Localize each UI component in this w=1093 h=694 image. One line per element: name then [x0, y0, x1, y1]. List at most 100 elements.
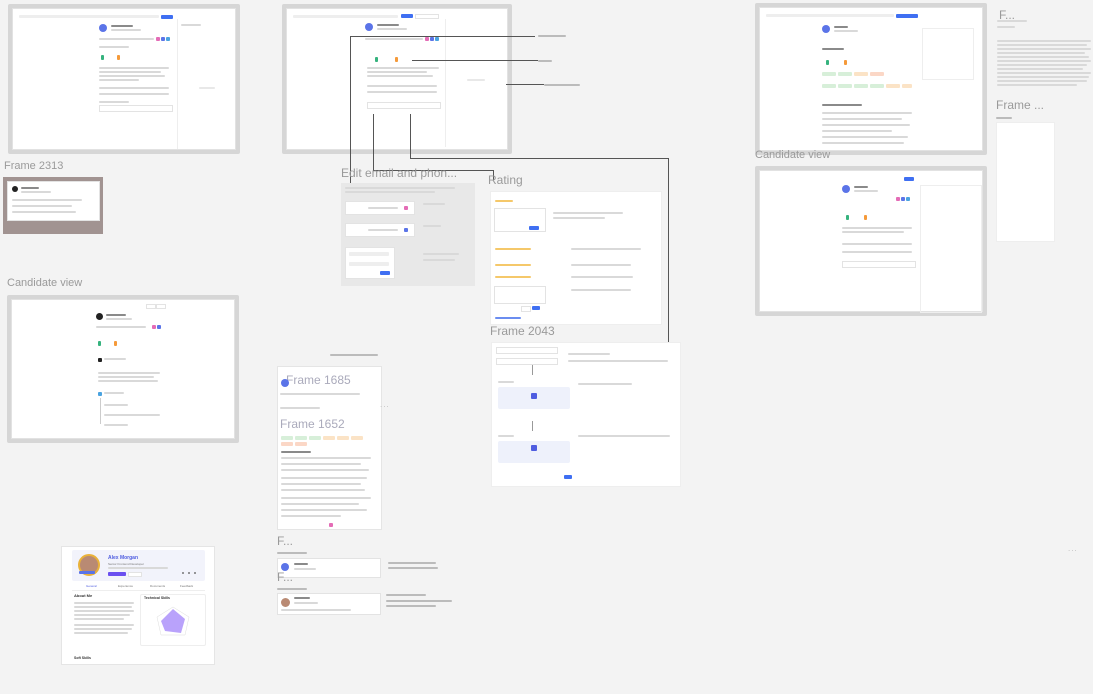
- top-action-button[interactable]: [904, 177, 914, 181]
- header-button[interactable]: [156, 304, 166, 309]
- annotation-note: [538, 35, 566, 37]
- social-icon[interactable]: [194, 572, 196, 574]
- upload-title: [498, 381, 514, 383]
- profile-action-button[interactable]: [108, 572, 126, 576]
- skill-tag: [351, 436, 363, 440]
- step-desc: [568, 360, 668, 362]
- rating-green: [375, 57, 378, 62]
- annotation-note: [388, 562, 436, 564]
- secondary-button[interactable]: [415, 14, 439, 19]
- link-icon[interactable]: [906, 197, 910, 201]
- tab-documents[interactable]: Documents: [150, 584, 165, 588]
- edit-form[interactable]: [345, 247, 395, 279]
- show-more-button[interactable]: [842, 261, 916, 268]
- email-icon[interactable]: [425, 37, 429, 41]
- edit-icon[interactable]: [404, 228, 408, 232]
- upload-dropzone[interactable]: [498, 387, 570, 409]
- candidate-view-left-label: Candidate view: [7, 277, 83, 289]
- selection-handle[interactable]: [329, 523, 333, 527]
- timeline-text: [98, 376, 154, 378]
- show-more-button[interactable]: [99, 105, 173, 112]
- phone-input[interactable]: [349, 262, 389, 266]
- name-line: [21, 187, 39, 189]
- skill-tag: [822, 84, 836, 88]
- frame-2043[interactable]: [491, 342, 681, 487]
- email-phone-row[interactable]: [345, 201, 415, 215]
- cancel-button[interactable]: [521, 306, 531, 312]
- figma-canvas[interactable]: { "canvas": { "background": "#f3f3f3", "…: [0, 0, 1093, 694]
- tab-feedback[interactable]: Feedback: [180, 584, 193, 588]
- tab-general[interactable]: General: [86, 584, 97, 588]
- linkedin-icon[interactable]: [161, 37, 165, 41]
- rating-apply-button[interactable]: [529, 226, 539, 230]
- top-action-button[interactable]: [896, 14, 918, 18]
- candidate-name: [106, 314, 126, 316]
- step-button[interactable]: [496, 358, 558, 365]
- show-more-button[interactable]: [367, 102, 441, 109]
- upload-title: [498, 435, 514, 437]
- frame-document-text[interactable]: [997, 20, 1091, 92]
- doc-line: [997, 68, 1083, 70]
- note-text-2: [367, 71, 427, 73]
- link-icon[interactable]: [435, 37, 439, 41]
- overflow-menu[interactable]: ...: [380, 400, 390, 409]
- linkedin-icon[interactable]: [157, 325, 161, 329]
- linkedin-icon[interactable]: [901, 197, 905, 201]
- candidate-avatar: [822, 25, 830, 33]
- email-phone-row-edit[interactable]: [345, 223, 415, 237]
- email-input[interactable]: [349, 252, 389, 256]
- timeline-text: [104, 358, 126, 360]
- candidate-profile-card[interactable]: Alex Morgan Senior Frontend Developer Ge…: [61, 546, 215, 665]
- frame-2313-label: Frame 2313: [4, 160, 64, 172]
- social-icon[interactable]: [182, 572, 184, 574]
- candidate-row-card[interactable]: [277, 593, 381, 615]
- tab-experience[interactable]: Experience: [118, 584, 133, 588]
- frame-rating[interactable]: [490, 191, 662, 325]
- edit-icon[interactable]: [404, 206, 408, 210]
- email-icon[interactable]: [152, 325, 156, 329]
- social-icon[interactable]: [188, 572, 190, 574]
- frame-candidate-summary[interactable]: Frame 1685 Frame 1652: [277, 366, 382, 530]
- frame-edit-email[interactable]: [341, 183, 475, 286]
- header-button[interactable]: [146, 304, 156, 309]
- frame-candidate-detail-1[interactable]: [8, 4, 240, 154]
- about-text: [74, 628, 132, 630]
- frame-candidate-detail-3[interactable]: [755, 3, 987, 155]
- profile-secondary-button[interactable]: [128, 572, 142, 577]
- step-button[interactable]: [496, 347, 558, 354]
- skill-tag: [902, 84, 912, 88]
- right-panel: [445, 19, 506, 147]
- candidate-name: [294, 563, 308, 565]
- overflow-menu[interactable]: ...: [1068, 544, 1078, 553]
- frame-candidate-view-left[interactable]: [7, 295, 239, 443]
- rating-select[interactable]: [494, 286, 546, 304]
- email-icon[interactable]: [896, 197, 900, 201]
- top-action-button[interactable]: [401, 14, 413, 18]
- frame-candidate-detail-2[interactable]: [282, 4, 512, 154]
- upload-dropzone[interactable]: [498, 441, 570, 463]
- skills-radar-chart: [156, 606, 190, 636]
- annotation-note: [544, 84, 580, 86]
- ok-button[interactable]: [532, 306, 540, 310]
- note-text: [842, 231, 904, 233]
- link-icon[interactable]: [166, 37, 170, 41]
- competency-text: [281, 457, 371, 459]
- annotation-line: [668, 158, 669, 344]
- email-icon[interactable]: [156, 37, 160, 41]
- frame-2313[interactable]: [3, 177, 103, 234]
- frame-1652-label: Frame 1652: [280, 417, 345, 431]
- candidate-name: [294, 597, 310, 599]
- frame-blank[interactable]: [996, 122, 1055, 242]
- top-action-button[interactable]: [161, 15, 173, 19]
- competency-text: [281, 503, 359, 505]
- upload-icon: [531, 393, 537, 399]
- submit-button[interactable]: [564, 475, 572, 479]
- save-button[interactable]: [380, 271, 390, 275]
- rating-row: [495, 264, 531, 266]
- frame-canvas: [12, 8, 236, 150]
- frame-candidate-view-right[interactable]: [755, 166, 987, 316]
- candidate-role: [377, 28, 407, 30]
- about-text: [74, 606, 132, 608]
- linkedin-icon[interactable]: [430, 37, 434, 41]
- rating-green: [101, 55, 104, 60]
